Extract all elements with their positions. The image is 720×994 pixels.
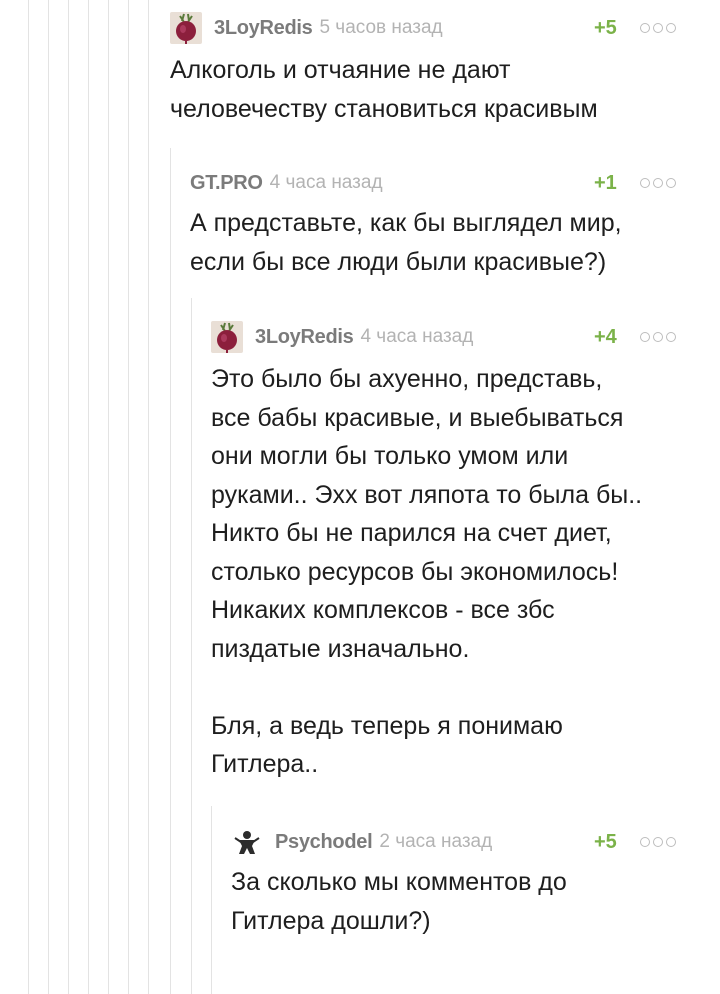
- comment-time[interactable]: 4 часа назад: [360, 326, 473, 348]
- comment-rating: +1: [594, 171, 617, 194]
- comment-rating: +4: [594, 325, 617, 348]
- thread-line: [128, 0, 129, 994]
- comment-header: Psychodel 2 часа назад +5: [231, 824, 690, 860]
- thread-line: [191, 298, 192, 994]
- comment: GT.PRO 4 часа назад +1 А представьте, ка…: [190, 165, 690, 281]
- comment-author[interactable]: Psychodel: [275, 831, 373, 854]
- comment-text: Это было бы ахуенно, представь, все бабы…: [211, 365, 643, 778]
- comment-rating: +5: [594, 830, 617, 853]
- comment: Psychodel 2 часа назад +5 За сколько мы …: [231, 824, 690, 940]
- thread-line: [170, 148, 171, 994]
- comment-header: 3LoyRedis 5 часов назад +5: [170, 10, 690, 46]
- more-options-icon[interactable]: [640, 23, 676, 33]
- comment-time[interactable]: 4 часа назад: [270, 172, 383, 194]
- more-options-icon[interactable]: [640, 178, 676, 188]
- thread-line: [108, 0, 109, 994]
- figure-avatar-icon[interactable]: [231, 826, 263, 858]
- thread-line: [28, 0, 29, 994]
- thread-line: [68, 0, 69, 994]
- comment-author[interactable]: GT.PRO: [190, 172, 263, 195]
- beet-avatar-icon[interactable]: [170, 12, 202, 44]
- comment-author[interactable]: 3LoyRedis: [214, 17, 313, 40]
- thread-line: [48, 0, 49, 994]
- comment: 3LoyRedis 5 часов назад +5 Алкоголь и от…: [170, 10, 690, 128]
- thread-line: [88, 0, 89, 994]
- comment-time[interactable]: 5 часов назад: [319, 17, 442, 39]
- comment-author[interactable]: 3LoyRedis: [255, 326, 354, 349]
- more-options-icon[interactable]: [640, 837, 676, 847]
- comment-rating: +5: [594, 16, 617, 39]
- comment-text: Алкоголь и отчаяние не дают человечеству…: [170, 56, 598, 123]
- thread-line: [211, 806, 212, 994]
- comment-time[interactable]: 2 часа назад: [379, 831, 492, 853]
- comment: 3LoyRedis 4 часа назад +4 Это было бы ах…: [211, 319, 690, 784]
- beet-avatar-icon[interactable]: [211, 321, 243, 353]
- more-options-icon[interactable]: [640, 332, 676, 342]
- comment-header: 3LoyRedis 4 часа назад +4: [211, 319, 690, 355]
- thread-line: [148, 0, 149, 994]
- comment-text: За сколько мы комментов до Гитлера дошли…: [231, 868, 567, 935]
- comment-text: А представьте, как бы выглядел мир, если…: [190, 209, 622, 276]
- comment-header: GT.PRO 4 часа назад +1: [190, 165, 690, 201]
